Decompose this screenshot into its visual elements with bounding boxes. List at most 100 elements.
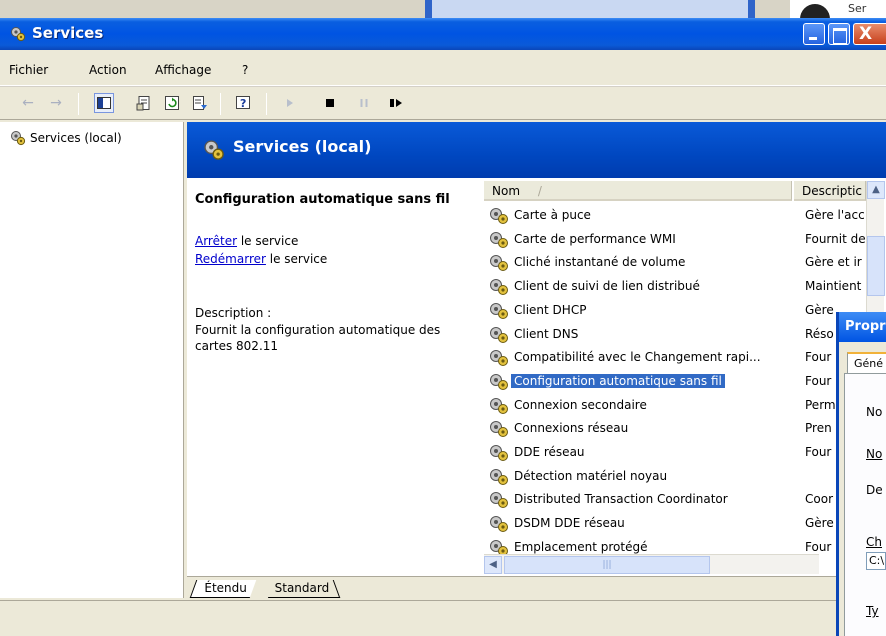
service-description-cell: Four [805, 539, 832, 554]
column-header-name[interactable]: Nom / [484, 181, 792, 201]
scroll-thumb[interactable]: ||| [504, 556, 710, 574]
service-gear-icon [488, 207, 510, 228]
back-icon[interactable]: ← [18, 93, 38, 113]
stop-service-icon[interactable] [320, 93, 340, 113]
service-description-cell: Fournit de [805, 231, 866, 246]
service-name-cell: Client DNS [514, 326, 579, 341]
stop-service-link[interactable]: Arrêter [195, 234, 237, 248]
restart-service-icon[interactable] [386, 93, 406, 113]
tab-label: Étendu [204, 581, 247, 595]
export-list-icon[interactable] [190, 93, 210, 113]
restart-action: Redémarrer le service [195, 252, 327, 266]
service-name-cell: Compatibilité avec le Changement rapi... [514, 350, 761, 365]
service-gear-icon [488, 420, 510, 441]
service-gear-icon [488, 326, 510, 347]
table-row[interactable]: Carte à puce Gère l'acc [484, 205, 886, 228]
service-name-cell: Client DHCP [514, 302, 587, 317]
sort-ascending-icon: / [537, 184, 542, 198]
table-row[interactable]: Cliché instantané de volume Gère et ir [484, 252, 886, 275]
maximize-button[interactable] [828, 23, 850, 45]
services-gear-icon [11, 131, 26, 146]
close-icon: X [859, 24, 873, 44]
dialog-label-description: De [866, 483, 883, 497]
service-name-cell: Configuration automatique sans fil [511, 373, 725, 388]
title-bar[interactable]: Services X [0, 18, 886, 50]
service-name-cell: Distributed Transaction Coordinator [514, 492, 728, 507]
table-row[interactable]: Compatibilité avec le Changement rapi...… [484, 347, 886, 370]
menu-bar: Fichier Action Affichage ? [0, 50, 886, 86]
menu-affichage[interactable]: Affichage [155, 63, 211, 77]
service-gear-icon [488, 397, 510, 418]
column-header-description[interactable]: Descriptic [794, 181, 866, 201]
horizontal-scrollbar[interactable]: ◀ ||| [484, 554, 819, 574]
properties-icon[interactable] [134, 93, 154, 113]
service-gear-icon [488, 444, 510, 465]
service-description-cell: Coor [805, 492, 833, 507]
service-gear-icon [488, 373, 510, 394]
service-name-cell: Cliché instantané de volume [514, 255, 686, 270]
svg-text:?: ? [240, 97, 246, 110]
pane-header: Services (local) [187, 122, 886, 178]
toolbar-separator [220, 93, 221, 115]
service-description-panel: Configuration automatique sans fil Arrêt… [187, 178, 484, 576]
help-icon[interactable]: ? [234, 93, 254, 113]
description-text: Fournit la configuration automatique des… [195, 323, 441, 353]
refresh-icon[interactable] [162, 93, 182, 113]
dialog-tab-general[interactable]: Géné [847, 352, 886, 374]
table-row[interactable]: Configuration automatique sans fil Four [484, 371, 886, 394]
services-gear-icon [11, 27, 26, 42]
service-gear-icon [488, 349, 510, 370]
dialog-label-path: Ch [866, 535, 882, 549]
scroll-thumb[interactable] [867, 236, 885, 296]
tab-standard[interactable]: Standard [261, 580, 340, 598]
window-title: Services [32, 24, 104, 42]
dialog-label-display-name: No [866, 447, 883, 461]
dialog-path-field[interactable]: C:\ [866, 552, 886, 570]
menu-help[interactable]: ? [242, 63, 248, 77]
tab-etendu[interactable]: Étendu [189, 580, 256, 598]
services-gear-icon [204, 140, 224, 160]
show-hide-tree-icon[interactable] [94, 93, 114, 113]
table-row[interactable]: DDE réseau Four [484, 442, 886, 465]
restart-service-link[interactable]: Redémarrer [195, 252, 266, 266]
forward-icon[interactable]: → [46, 93, 66, 113]
service-gear-icon [488, 278, 510, 299]
menu-action[interactable]: Action [89, 63, 127, 77]
service-description-cell: Pren [805, 421, 832, 436]
service-description-cell: Four [805, 445, 832, 459]
tree-item-services-local[interactable]: Services (local) [10, 130, 122, 146]
table-row[interactable]: Client DNS Réso [484, 324, 886, 347]
service-name-cell: Détection matériel noyau [514, 468, 668, 483]
table-row[interactable]: Détection matériel noyau [484, 466, 886, 489]
details-pane: Services (local) Configuration automatiq… [187, 122, 886, 598]
dialog-title[interactable]: Propr [839, 312, 886, 342]
stop-action: Arrêter le service [195, 234, 298, 248]
background-text: Ser [848, 2, 867, 15]
table-row[interactable]: Connexions réseau Pren [484, 418, 886, 441]
background-window-content [432, 0, 748, 20]
table-row[interactable]: DSDM DDE réseau Gère [484, 513, 886, 536]
service-name-cell: Emplacement protégé [514, 539, 648, 554]
service-description-cell: Four [805, 350, 832, 365]
minimize-button[interactable] [803, 23, 825, 45]
scroll-left-icon[interactable]: ◀ [484, 556, 502, 574]
selected-service-name: Configuration automatique sans fil [195, 192, 450, 207]
service-description-cell: Maintient [805, 279, 862, 294]
table-row[interactable]: Carte de performance WMI Fournit de [484, 229, 886, 252]
close-button[interactable]: X [853, 23, 886, 45]
description-label: Description : [195, 306, 272, 320]
service-gear-icon [488, 491, 510, 512]
pause-service-icon[interactable] [354, 93, 374, 113]
table-row[interactable]: Connexion secondaire Perm [484, 395, 886, 418]
pane-title: Services (local) [233, 137, 372, 156]
service-name-cell: Connexion secondaire [514, 397, 647, 412]
menu-fichier[interactable]: Fichier [9, 63, 48, 77]
service-name-cell: Carte de performance WMI [514, 231, 676, 246]
start-service-icon[interactable] [280, 93, 300, 113]
scroll-up-icon[interactable]: ▲ [867, 181, 885, 199]
toolbar: ← → ? [0, 86, 886, 120]
table-row[interactable]: Client DHCP Gère [484, 300, 886, 323]
service-name-cell: Connexions réseau [514, 421, 629, 436]
table-row[interactable]: Client de suivi de lien distribué Maintie… [484, 276, 886, 299]
table-row[interactable]: Distributed Transaction Coordinator Coor [484, 489, 886, 512]
